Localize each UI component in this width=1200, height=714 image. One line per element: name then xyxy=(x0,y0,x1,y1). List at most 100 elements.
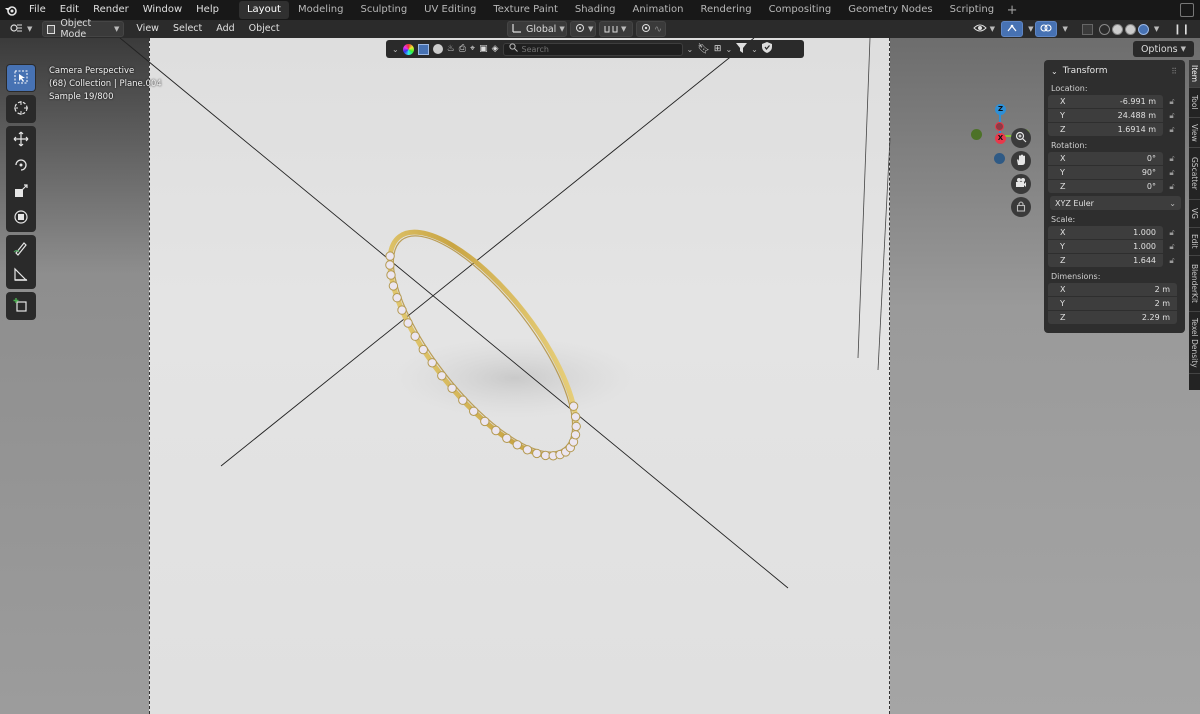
sidebar-tab-tool[interactable]: Tool xyxy=(1189,88,1200,118)
lock-icon[interactable]: 🔓︎ xyxy=(1163,168,1181,178)
menu-help[interactable]: Help xyxy=(189,0,226,20)
sidebar-tab-item[interactable]: Item xyxy=(1189,60,1200,88)
orientation-select[interactable]: Global ▼ xyxy=(507,21,567,37)
tab-uv-editing[interactable]: UV Editing xyxy=(416,1,484,19)
options-button[interactable]: Options ▼ xyxy=(1132,41,1194,57)
lock-icon[interactable]: 🔓︎ xyxy=(1163,242,1181,252)
chevron-down-icon[interactable]: ⌄ xyxy=(392,45,399,54)
rotation-y-field[interactable]: Y 90° xyxy=(1048,166,1163,179)
menu-add[interactable]: Add xyxy=(209,20,241,38)
menu-file[interactable]: File xyxy=(22,0,53,20)
lock-icon[interactable]: 🔓︎ xyxy=(1163,97,1181,107)
menu-select[interactable]: Select xyxy=(166,20,209,38)
tab-compositing[interactable]: Compositing xyxy=(761,1,840,19)
mode-select[interactable]: Object Mode ▼ xyxy=(42,18,125,40)
menu-render[interactable]: Render xyxy=(86,0,136,20)
sidebar-tab-gscatter[interactable]: GScatter xyxy=(1189,148,1200,200)
location-y-field[interactable]: Y 24.488 m xyxy=(1048,109,1163,122)
display-mode-icon[interactable]: ⊞ xyxy=(714,44,722,54)
shield-icon[interactable] xyxy=(761,42,772,56)
transform-panel-header[interactable]: ⌄ Transform ⠿ xyxy=(1048,63,1181,79)
gizmo-neg-z-axis[interactable] xyxy=(994,153,1005,164)
dimensions-y-field[interactable]: Y 2 m xyxy=(1048,297,1177,310)
rotate-tool[interactable] xyxy=(7,153,35,179)
blender-logo-icon[interactable] xyxy=(0,0,22,20)
add-cube-tool[interactable] xyxy=(7,293,35,319)
lock-icon[interactable]: 🔓︎ xyxy=(1163,256,1181,266)
lock-camera-button[interactable] xyxy=(1011,197,1031,217)
dimensions-x-field[interactable]: X 2 m xyxy=(1048,283,1177,296)
pan-button[interactable] xyxy=(1011,151,1031,171)
scale-z-field[interactable]: Z 1.644 xyxy=(1048,254,1163,267)
bookmark-icon[interactable]: 🔖︎ xyxy=(697,44,710,55)
cursor-tool[interactable] xyxy=(7,96,35,122)
add-workspace-button[interactable]: + xyxy=(1003,3,1021,18)
location-x-field[interactable]: X -6.991 m xyxy=(1048,95,1163,108)
camera-filter-icon[interactable]: ⎙ xyxy=(459,44,466,54)
tab-texture-paint[interactable]: Texture Paint xyxy=(485,1,566,19)
image-filter-icon[interactable]: ▣ xyxy=(479,44,488,54)
chevron-down-icon[interactable]: ⌄ xyxy=(725,45,732,54)
gizmo-neg-x-axis[interactable] xyxy=(995,122,1004,131)
rotation-x-field[interactable]: X 0° xyxy=(1048,152,1163,165)
light-filter-icon[interactable]: ♨ xyxy=(447,44,455,54)
dimensions-z-field[interactable]: Z 2.29 m xyxy=(1048,311,1177,324)
gizmo-x-axis[interactable]: X xyxy=(995,133,1006,144)
sidebar-tab-blenderkit[interactable]: BlenderKit xyxy=(1189,256,1200,312)
solid-shading-icon[interactable] xyxy=(1111,23,1123,35)
chevron-down-icon[interactable]: ▼ xyxy=(1062,25,1067,33)
chevron-down-icon[interactable]: ⌄ xyxy=(751,45,758,54)
gizmo-z-axis[interactable]: Z xyxy=(995,104,1006,115)
transform-tool[interactable] xyxy=(7,205,35,231)
color-wheel-icon[interactable] xyxy=(402,43,414,55)
menu-object[interactable]: Object xyxy=(242,20,287,38)
chevron-down-icon[interactable]: ⌄ xyxy=(687,45,694,54)
lock-icon[interactable]: 🔓︎ xyxy=(1163,125,1181,135)
menu-edit[interactable]: Edit xyxy=(53,0,86,20)
rotation-z-field[interactable]: Z 0° xyxy=(1048,180,1163,193)
menu-view[interactable]: View xyxy=(129,20,166,38)
material-preview-icon[interactable] xyxy=(1124,23,1136,35)
lock-icon[interactable]: 🔓︎ xyxy=(1163,182,1181,192)
sidebar-tab-view[interactable]: View xyxy=(1189,118,1200,148)
object-filter-icon[interactable] xyxy=(417,43,429,55)
proportional-editing-toggle[interactable]: ∿ xyxy=(636,21,666,37)
other-filter-icon[interactable]: ◈ xyxy=(492,44,499,54)
editor-type-button[interactable]: ▼ xyxy=(6,21,36,37)
tab-animation[interactable]: Animation xyxy=(625,1,692,19)
tab-rendering[interactable]: Rendering xyxy=(692,1,759,19)
move-tool[interactable] xyxy=(7,127,35,153)
lock-icon[interactable]: 🔓︎ xyxy=(1163,228,1181,238)
lock-icon[interactable]: 🔓︎ xyxy=(1163,154,1181,164)
outliner-search[interactable] xyxy=(502,42,683,56)
scene-selector-icon[interactable] xyxy=(1180,3,1194,17)
tab-modeling[interactable]: Modeling xyxy=(290,1,352,19)
drag-handle-icon[interactable]: ⠿ xyxy=(1171,67,1177,76)
sphere-filter-icon[interactable] xyxy=(432,44,443,54)
scale-x-field[interactable]: X 1.000 xyxy=(1048,226,1163,239)
tab-sculpting[interactable]: Sculpting xyxy=(352,1,415,19)
scale-tool[interactable] xyxy=(7,179,35,205)
wireframe-shading-icon[interactable] xyxy=(1098,23,1110,35)
annotate-tool[interactable] xyxy=(7,236,35,262)
measure-tool[interactable] xyxy=(7,262,35,288)
xray-toggle[interactable] xyxy=(1078,21,1097,37)
lock-icon[interactable]: 🔓︎ xyxy=(1163,111,1181,121)
rotation-mode-select[interactable]: XYZ Euler ⌄ xyxy=(1050,196,1181,210)
gizmo-neg-y-axis[interactable] xyxy=(971,129,982,140)
visibility-toggle[interactable]: ▼ xyxy=(969,21,999,37)
empty-filter-icon[interactable]: ⌖ xyxy=(470,44,475,54)
camera-view-button[interactable] xyxy=(1011,174,1031,194)
chevron-down-icon[interactable]: ▼ xyxy=(1028,25,1033,33)
sidebar-tab-edit[interactable]: Edit xyxy=(1189,228,1200,256)
tab-layout[interactable]: Layout xyxy=(238,1,289,19)
tab-scripting[interactable]: Scripting xyxy=(942,1,1002,19)
rendered-shading-icon[interactable] xyxy=(1137,23,1149,35)
location-z-field[interactable]: Z 1.6914 m xyxy=(1048,123,1163,136)
overlay-toggle[interactable] xyxy=(1035,21,1058,37)
sidebar-tab-vg[interactable]: VG xyxy=(1189,200,1200,228)
3d-viewport[interactable]: Camera Perspective (68) Collection | Pla… xyxy=(0,38,1200,714)
pivot-point-select[interactable]: ▼ xyxy=(570,21,596,37)
sidebar-tab-texel-density[interactable]: Texel Density xyxy=(1189,312,1200,374)
sidebar-toggle[interactable]: ❙❙ xyxy=(1169,21,1194,37)
